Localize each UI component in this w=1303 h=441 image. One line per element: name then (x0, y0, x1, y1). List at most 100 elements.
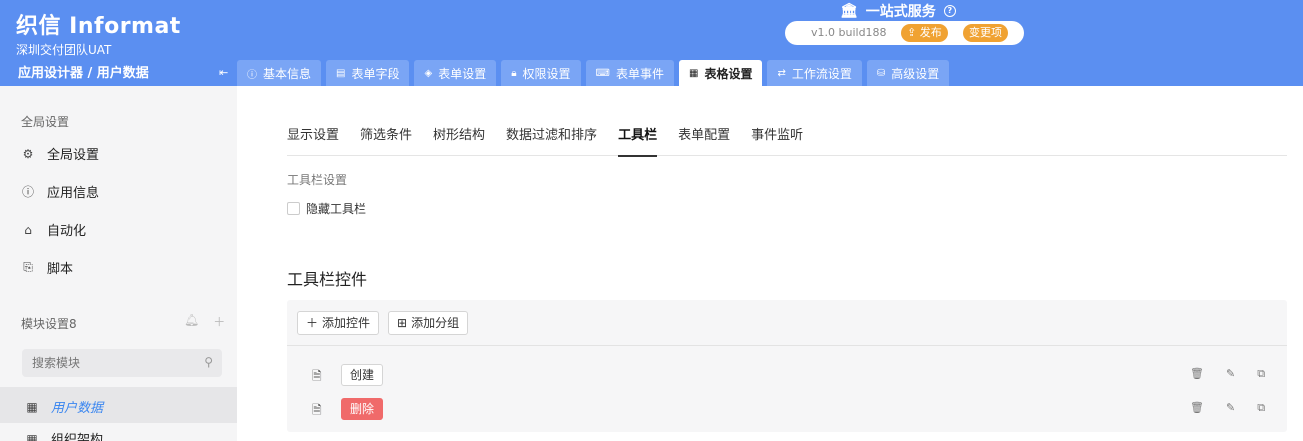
workflow-icon: ⇄ (777, 67, 786, 79)
form-icon: ▤ (336, 67, 346, 79)
subtab-tree[interactable]: 树形结构 (433, 124, 485, 156)
hide-toolbar-checkbox[interactable] (287, 202, 300, 215)
controls-heading: 工具栏控件 (287, 270, 368, 289)
add-control-button[interactable]: ＋添加控件 (297, 311, 380, 335)
brand: 织信 Informat 深圳交付团队UAT (16, 8, 181, 58)
cloud-upload-icon: ⇪ (907, 26, 917, 39)
trash-icon[interactable]: 🗑︎ (1190, 367, 1204, 381)
trash-icon[interactable]: 🗑︎ (1190, 401, 1204, 415)
module-search: ⚲ (22, 349, 222, 377)
database-icon: ⛁ (876, 67, 886, 79)
module-section-title: 模块设置8 (21, 317, 77, 331)
row-actions: 🗑︎ ✎ ⧉ (1190, 401, 1265, 415)
sidebar-item-label: 自动化 (47, 224, 87, 239)
subtab-data-filter-sort[interactable]: 数据过滤和排序 (506, 124, 597, 156)
edit-icon[interactable]: ✎ (1226, 367, 1235, 381)
tab-form-settings[interactable]: ◈ 表单设置 (414, 60, 497, 86)
sidebar-item-label: 脚本 (47, 262, 74, 277)
team-name: 深圳交付团队UAT (16, 43, 112, 57)
document-icon: 🗎 (312, 369, 322, 383)
info-icon: ⓘ (247, 69, 257, 81)
toolbar-settings-label: 工具栏设置 (287, 173, 348, 187)
changes-button[interactable]: 变更项 (963, 24, 1008, 42)
table-icon: ▦ (689, 67, 699, 79)
gear-icon: ⚙ (22, 146, 34, 161)
module-tools: 🔔︎ ＋ (184, 313, 225, 330)
control-row: 🗎 删除 🗑︎ ✎ ⧉ (287, 396, 1287, 426)
controls-panel-toolbar: ＋添加控件 ⊞ 添加分组 (287, 300, 1287, 346)
copy-icon[interactable]: ⧉ (1257, 401, 1265, 415)
sidebar-item-global-settings[interactable]: ⚙ 全局设置 (21, 144, 100, 164)
collapse-sidebar-icon[interactable]: ⇤ (219, 66, 228, 79)
sidebar-item-org-structure[interactable]: ▦ 组织架构 (25, 429, 103, 441)
add-group-button[interactable]: ⊞ 添加分组 (388, 311, 469, 335)
robot-icon: ⌂ (24, 222, 32, 237)
tab-permissions[interactable]: 🔒︎ 权限设置 (501, 60, 581, 86)
tab-basic-info[interactable]: ⓘ 基本信息 (237, 60, 322, 86)
add-group-label: 添加分组 (411, 316, 460, 330)
tab-form-fields[interactable]: ▤ 表单字段 (326, 60, 410, 86)
tab-label: 高级设置 (891, 66, 940, 81)
tab-table-settings[interactable]: ▦ 表格设置 (679, 60, 763, 86)
table-icon: ▦ (26, 399, 38, 414)
delete-control-button[interactable]: 删除 (341, 398, 384, 420)
global-section-title: 全局设置 (21, 115, 70, 129)
bank-icon: 🏛 (840, 3, 858, 19)
tab-advanced-settings[interactable]: ⛁ 高级设置 (866, 60, 950, 86)
subtab-display[interactable]: 显示设置 (287, 124, 339, 156)
brand-logo-text: 织信 Informat (16, 14, 181, 39)
tab-label: 表单设置 (438, 66, 487, 81)
module-search-input[interactable] (22, 349, 192, 377)
bell-icon[interactable]: 🔔︎ (184, 313, 199, 330)
layers-icon: ◈ (424, 67, 433, 79)
plus-icon[interactable]: ＋ (213, 313, 225, 330)
info-icon: ⓘ (21, 185, 34, 199)
sidebar-item-label: 应用信息 (47, 186, 100, 201)
table-icon: ▦ (26, 431, 38, 441)
version-text: v1.0 build188 (811, 26, 887, 39)
breadcrumb: 应用设计器 / 用户数据 (18, 66, 149, 81)
service-title[interactable]: 🏛 一站式服务 ? (840, 1, 956, 21)
main-content: 显示设置 筛选条件 树形结构 数据过滤和排序 工具栏 表单配置 事件监听 工具栏… (237, 86, 1303, 441)
subtab-toolbar[interactable]: 工具栏 (618, 124, 658, 157)
script-icon: ⎘ (23, 260, 33, 274)
subtab-event-listen[interactable]: 事件监听 (751, 124, 803, 156)
add-control-label: 添加控件 (322, 316, 371, 330)
service-title-label: 一站式服务 (865, 4, 936, 20)
sidebar-item-label: 全局设置 (47, 148, 100, 163)
sidebar-item-label: 用户数据 (51, 401, 104, 416)
create-control-button[interactable]: 创建 (341, 364, 384, 386)
app-header: 织信 Informat 深圳交付团队UAT 应用设计器 / 用户数据 ⇤ 🏛 一… (0, 0, 1303, 86)
version-bar: v1.0 build188 ⇪ 发布 变更项 (785, 21, 1024, 45)
subtab-form-config[interactable]: 表单配置 (678, 124, 730, 156)
tab-form-events[interactable]: ⌨ 表单事件 (585, 60, 674, 86)
sidebar-module-active[interactable]: ▦ 用户数据 (0, 387, 237, 423)
help-icon[interactable]: ? (943, 5, 956, 17)
plus-icon: ＋ (306, 316, 319, 330)
publish-label: 发布 (919, 26, 942, 39)
sidebar-item-app-info[interactable]: ⓘ 应用信息 (21, 182, 99, 201)
row-actions: 🗑︎ ✎ ⧉ (1190, 367, 1265, 381)
copy-icon[interactable]: ⧉ (1257, 367, 1265, 381)
tab-label: 基本信息 (263, 66, 312, 81)
tab-label: 表单事件 (615, 66, 664, 81)
sidebar: 全局设置 ⚙ 全局设置 ⓘ 应用信息 ⌂ 自动化 ⎘ 脚本 模块设置8 🔔︎ ＋ ⚲ ▦… (0, 86, 237, 441)
sidebar-item-script[interactable]: ⎘ 脚本 (21, 258, 73, 277)
tab-label: 表单字段 (351, 66, 400, 81)
search-icon[interactable]: ⚲ (204, 355, 213, 369)
sidebar-item-user-data[interactable]: ▦ 用户数据 (25, 397, 104, 417)
table-settings-subtabs: 显示设置 筛选条件 树形结构 数据过滤和排序 工具栏 表单配置 事件监听 (287, 124, 1287, 157)
sidebar-item-automation[interactable]: ⌂ 自动化 (21, 220, 87, 240)
tab-workflow-settings[interactable]: ⇄ 工作流设置 (767, 60, 862, 86)
tab-label: 表格设置 (704, 66, 753, 81)
control-row: 🗎 创建 🗑︎ ✎ ⧉ (287, 362, 1287, 392)
code-icon: ⌨ (595, 67, 610, 79)
tab-label: 工作流设置 (791, 66, 852, 81)
publish-button[interactable]: ⇪ 发布 (901, 24, 948, 42)
subtab-filter[interactable]: 筛选条件 (360, 124, 412, 156)
folder-plus-icon: ⊞ (397, 316, 408, 330)
tab-label: 权限设置 (522, 66, 571, 81)
edit-icon[interactable]: ✎ (1226, 401, 1235, 415)
designer-tabs: ⓘ 基本信息 ▤ 表单字段 ◈ 表单设置 🔒︎ 权限设置 ⌨ 表单事件 ▦ 表格设置 ⇄ 工作… (237, 60, 950, 86)
hide-toolbar-option[interactable]: 隐藏工具栏 (287, 200, 366, 217)
